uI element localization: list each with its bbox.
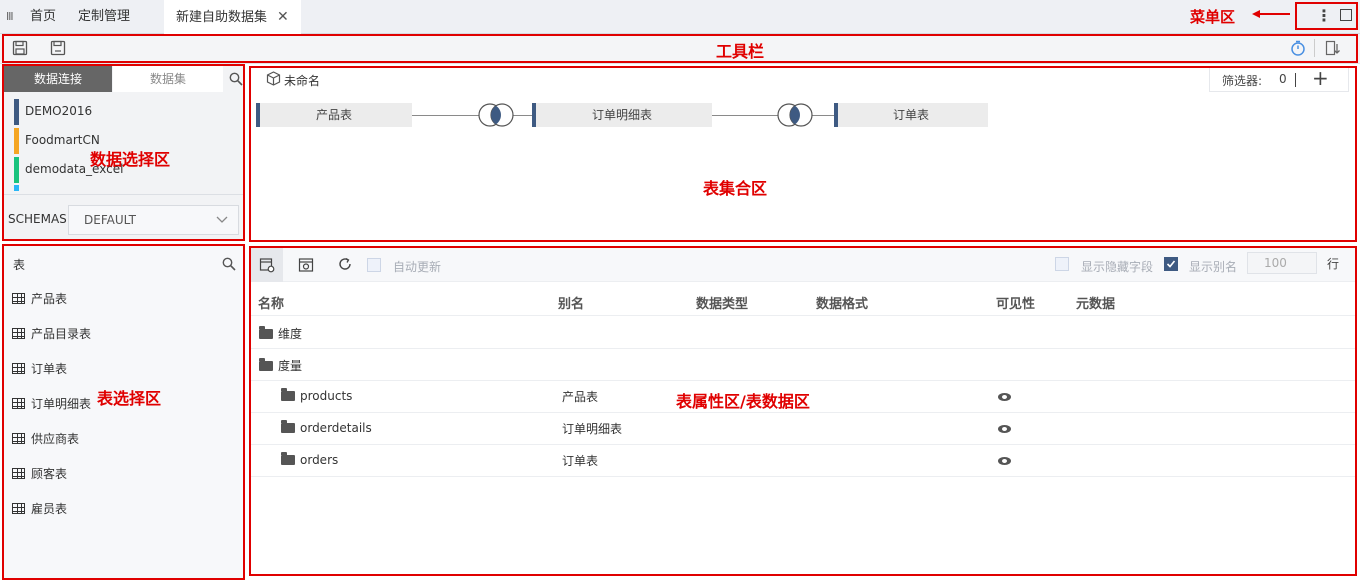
annotation-menu-area: 菜单区	[1190, 8, 1236, 26]
data-select-frame	[2, 64, 245, 241]
close-icon[interactable]: ✕	[277, 9, 289, 25]
save-as-icon[interactable]	[50, 40, 66, 56]
export-icon[interactable]	[1325, 40, 1341, 56]
save-icon[interactable]	[12, 40, 28, 56]
toolbar-frame	[2, 34, 1358, 63]
timer-icon[interactable]	[1290, 40, 1306, 56]
tab-new-dataset[interactable]: 新建自助数据集 ✕	[164, 0, 301, 34]
tab-home[interactable]: 首页	[30, 0, 56, 34]
menu-toggle-icon[interactable]: Ⅲ	[6, 0, 14, 34]
table-select-frame	[2, 244, 245, 580]
tab-new-dataset-label: 新建自助数据集	[176, 10, 268, 25]
arrow-left-icon	[1252, 10, 1290, 18]
tab-custom-management[interactable]: 定制管理	[78, 0, 130, 34]
toolbar-divider	[1314, 39, 1315, 57]
join-area-frame	[249, 66, 1357, 242]
properties-area-frame	[249, 246, 1357, 576]
more-options-icon[interactable]: ⋮	[1316, 6, 1332, 25]
annotation-toolbar: 工具栏	[716, 42, 765, 61]
maximize-icon[interactable]	[1340, 9, 1352, 21]
